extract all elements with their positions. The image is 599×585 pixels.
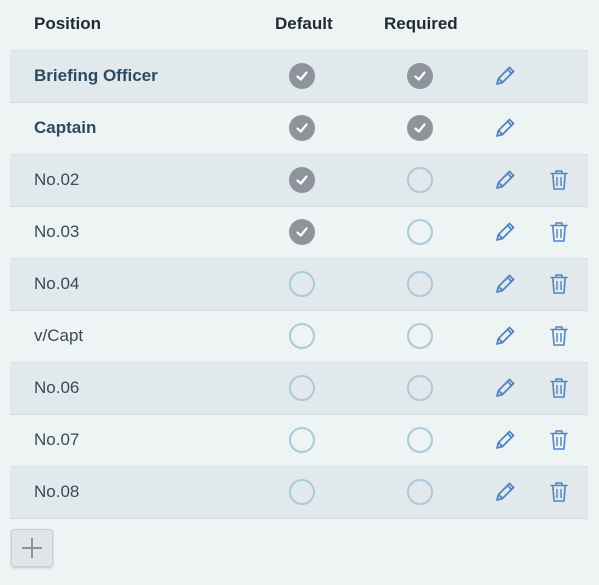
default-toggle[interactable] bbox=[289, 167, 315, 193]
check-icon bbox=[296, 123, 308, 133]
table-row: No.08 bbox=[10, 467, 588, 519]
check-icon bbox=[296, 175, 308, 185]
edit-button[interactable] bbox=[491, 114, 519, 142]
trash-icon bbox=[550, 482, 568, 502]
table-row: No.06 bbox=[10, 363, 588, 415]
default-toggle[interactable] bbox=[289, 479, 315, 505]
table-row: Briefing Officer bbox=[10, 51, 588, 103]
default-toggle[interactable] bbox=[289, 115, 315, 141]
pencil-icon bbox=[496, 66, 515, 85]
required-toggle[interactable] bbox=[407, 271, 433, 297]
positions-table: Briefing Officer Captain No.02 No.03 No.04 v/… bbox=[10, 50, 588, 519]
table-header: Position Default Required bbox=[10, 0, 588, 50]
pencil-icon bbox=[496, 482, 515, 501]
plus-icon bbox=[22, 538, 42, 558]
table-row: No.03 bbox=[10, 207, 588, 259]
default-toggle[interactable] bbox=[289, 219, 315, 245]
add-position-button[interactable] bbox=[11, 529, 53, 567]
required-toggle[interactable] bbox=[407, 479, 433, 505]
position-name: v/Capt bbox=[34, 326, 84, 345]
check-icon bbox=[414, 123, 426, 133]
positions-panel: Position Default Required Briefing Offic… bbox=[0, 0, 599, 585]
trash-icon bbox=[550, 378, 568, 398]
default-toggle[interactable] bbox=[289, 63, 315, 89]
edit-button[interactable] bbox=[491, 270, 519, 298]
delete-button[interactable] bbox=[545, 166, 573, 194]
required-toggle[interactable] bbox=[407, 167, 433, 193]
position-name: No.07 bbox=[34, 430, 80, 449]
required-toggle[interactable] bbox=[407, 115, 433, 141]
position-name: Briefing Officer bbox=[34, 66, 158, 85]
header-default: Default bbox=[275, 14, 333, 33]
pencil-icon bbox=[496, 378, 515, 397]
trash-icon bbox=[550, 170, 568, 190]
default-toggle[interactable] bbox=[289, 323, 315, 349]
table-row: No.07 bbox=[10, 415, 588, 467]
default-toggle[interactable] bbox=[289, 375, 315, 401]
position-name: No.03 bbox=[34, 222, 80, 241]
position-name: No.04 bbox=[34, 274, 80, 293]
pencil-icon bbox=[496, 274, 515, 293]
trash-icon bbox=[550, 430, 568, 450]
table-row: Captain bbox=[10, 103, 588, 155]
default-toggle[interactable] bbox=[289, 271, 315, 297]
pencil-icon bbox=[496, 326, 515, 345]
table-row: v/Capt bbox=[10, 311, 588, 363]
required-toggle[interactable] bbox=[407, 427, 433, 453]
delete-button[interactable] bbox=[545, 426, 573, 454]
edit-button[interactable] bbox=[491, 166, 519, 194]
required-toggle[interactable] bbox=[407, 63, 433, 89]
required-toggle[interactable] bbox=[407, 323, 433, 349]
trash-icon bbox=[550, 222, 568, 242]
delete-button[interactable] bbox=[545, 270, 573, 298]
position-name: Captain bbox=[34, 118, 97, 137]
default-toggle[interactable] bbox=[289, 427, 315, 453]
delete-button[interactable] bbox=[545, 322, 573, 350]
trash-icon bbox=[550, 274, 568, 294]
pencil-icon bbox=[496, 430, 515, 449]
trash-icon bbox=[550, 326, 568, 346]
delete-button[interactable] bbox=[545, 374, 573, 402]
required-toggle[interactable] bbox=[407, 375, 433, 401]
edit-button[interactable] bbox=[491, 218, 519, 246]
pencil-icon bbox=[496, 170, 515, 189]
edit-button[interactable] bbox=[491, 62, 519, 90]
edit-button[interactable] bbox=[491, 322, 519, 350]
header-position: Position bbox=[34, 14, 102, 33]
pencil-icon bbox=[496, 118, 515, 137]
edit-button[interactable] bbox=[491, 478, 519, 506]
edit-button[interactable] bbox=[491, 426, 519, 454]
position-name: No.02 bbox=[34, 170, 80, 189]
delete-button[interactable] bbox=[545, 478, 573, 506]
edit-button[interactable] bbox=[491, 374, 519, 402]
position-name: No.08 bbox=[34, 482, 80, 501]
position-name: No.06 bbox=[34, 378, 80, 397]
table-row: No.02 bbox=[10, 155, 588, 207]
check-icon bbox=[414, 71, 426, 81]
delete-button[interactable] bbox=[545, 218, 573, 246]
check-icon bbox=[296, 227, 308, 237]
check-icon bbox=[296, 71, 308, 81]
table-row: No.04 bbox=[10, 259, 588, 311]
header-required: Required bbox=[384, 14, 458, 33]
pencil-icon bbox=[496, 222, 515, 241]
required-toggle[interactable] bbox=[407, 219, 433, 245]
